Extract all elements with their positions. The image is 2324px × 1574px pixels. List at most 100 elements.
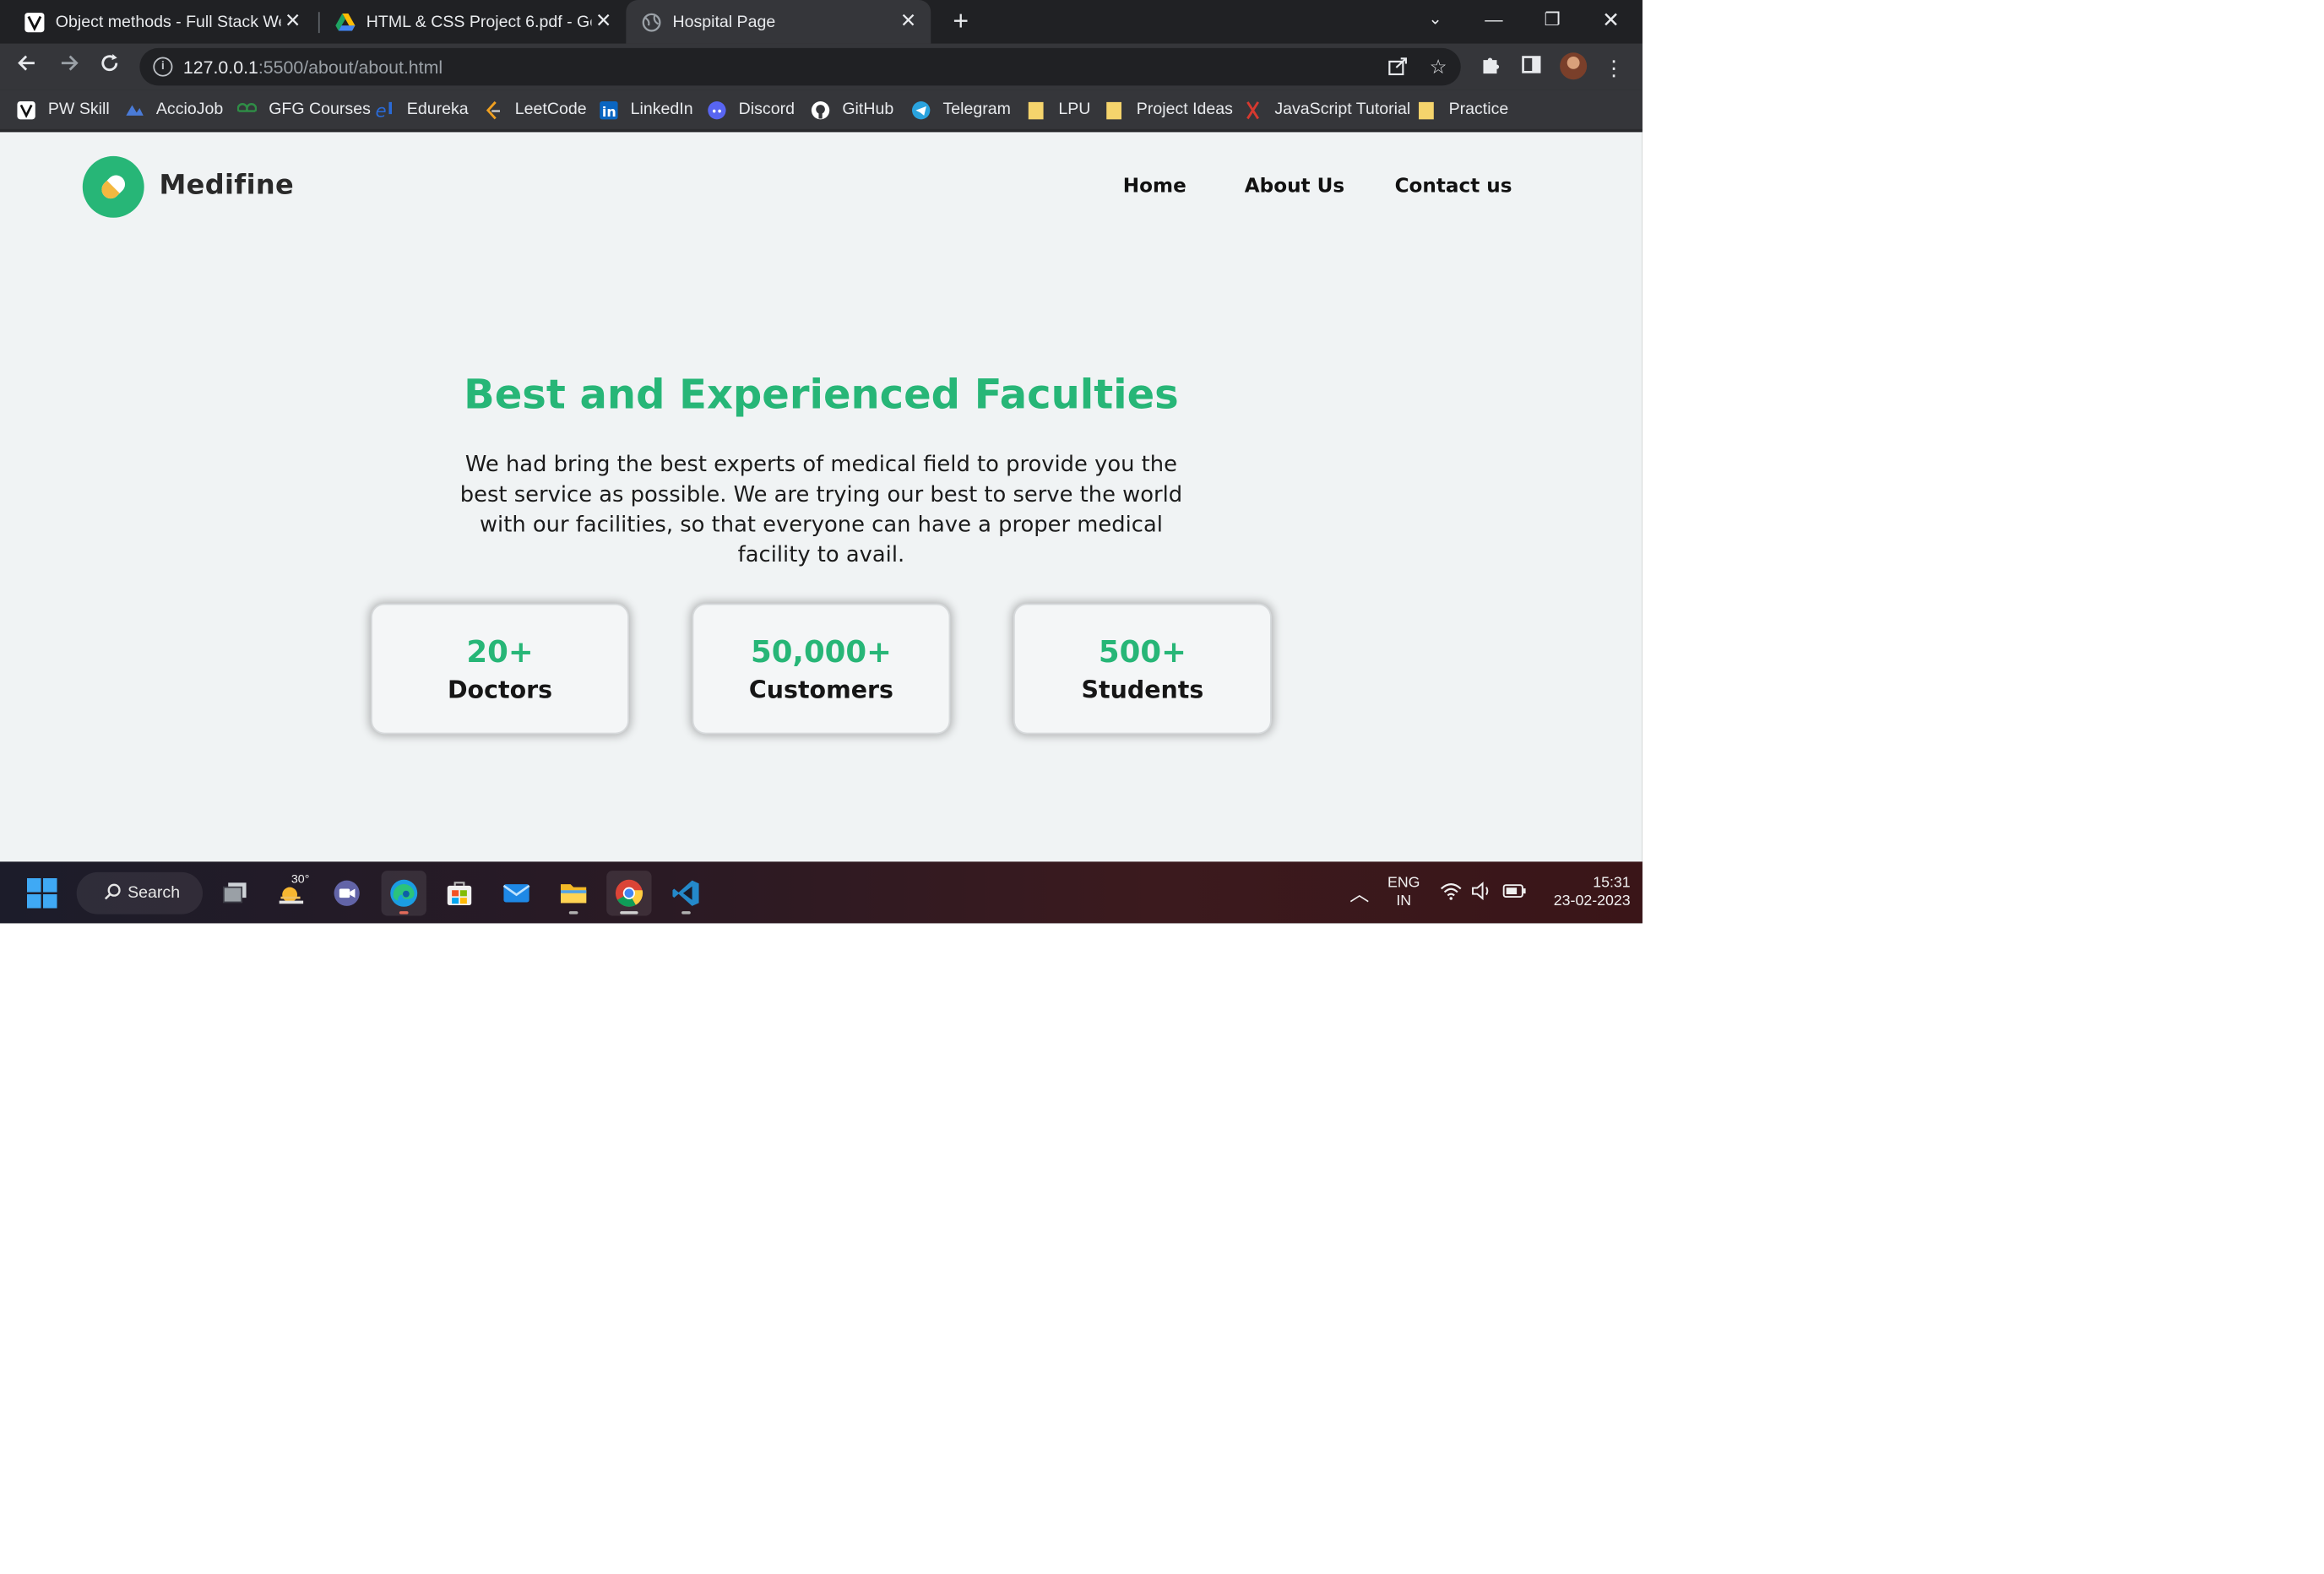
input-language-indicator[interactable]: ENG IN — [1382, 875, 1426, 911]
wifi-icon[interactable] — [1440, 882, 1463, 905]
tab-search-chevron-icon[interactable]: ⌄ — [1407, 0, 1464, 44]
running-indicator — [399, 911, 409, 915]
close-icon[interactable]: ✕ — [898, 10, 919, 31]
stat-card-doctors: 20+ Doctors — [371, 603, 629, 735]
folder-icon — [1027, 100, 1046, 119]
minimize-button[interactable]: — — [1465, 0, 1523, 44]
url-host: 127.0.0.1 — [182, 57, 258, 79]
edge-browser-button[interactable] — [381, 871, 426, 916]
vscode-button[interactable] — [664, 871, 709, 915]
github-icon — [811, 100, 830, 119]
running-indicator — [568, 911, 578, 915]
tab-object-methods[interactable]: Object methods - Full Stack Web ✕ — [0, 0, 315, 44]
stat-card-customers: 50,000+ Customers — [692, 603, 951, 735]
task-view-button[interactable] — [213, 871, 258, 915]
show-hidden-icons-chevron-icon[interactable]: ︿ — [1349, 878, 1369, 907]
bookmark-linkedin[interactable]: in LinkedIn — [599, 98, 693, 122]
profile-avatar[interactable] — [1560, 52, 1588, 80]
bookmark-acciojob[interactable]: AccioJob — [125, 98, 224, 122]
tab-title: HTML & CSS Project 6.pdf - Goo — [366, 13, 592, 31]
windows-taskbar: Search 30° ︿ ENG IN 15:31 23-02-2023 — [0, 861, 1643, 924]
info-icon[interactable]: i — [153, 57, 173, 77]
edge-icon — [390, 879, 418, 907]
language-code: ENG — [1387, 875, 1420, 893]
bookmark-star-icon[interactable]: ☆ — [1426, 56, 1450, 79]
volume-icon[interactable] — [1471, 882, 1492, 905]
bookmark-github[interactable]: GitHub — [811, 98, 893, 122]
bookmark-label: GitHub — [842, 100, 894, 119]
pw-skills-icon — [17, 100, 36, 119]
weather-temperature: 30° — [290, 871, 310, 886]
stat-value: 50,000+ — [750, 633, 892, 670]
bookmark-gfg-courses[interactable]: GFG Courses — [236, 98, 371, 122]
kebab-menu-icon[interactable]: ⋮ — [1600, 54, 1627, 81]
nav-contact-us-link[interactable]: Contact us — [1395, 176, 1512, 198]
tab-title: Hospital Page — [672, 13, 776, 31]
task-view-icon — [223, 882, 247, 904]
tab-html-css-project[interactable]: HTML & CSS Project 6.pdf - Goo ✕ — [320, 0, 627, 44]
linkedin-icon: in — [599, 100, 618, 119]
section-description: We had bring the best experts of medical… — [459, 453, 1183, 568]
bookmark-practice[interactable]: Practice — [1417, 98, 1508, 122]
bookmark-label: AccioJob — [155, 100, 224, 119]
reload-button[interactable] — [95, 52, 125, 83]
forward-button[interactable] — [54, 52, 84, 83]
clock-date: 23-02-2023 — [1553, 893, 1631, 910]
javascript-tutorial-icon — [1243, 100, 1262, 119]
browser-toolbar: i 127.0.0.1:5500/about/about.html ☆ ⋮ — [0, 43, 1643, 90]
bookmark-pw-skill[interactable]: PW Skill — [17, 98, 110, 122]
arrow-left-icon — [18, 55, 35, 71]
tab-hospital-page[interactable]: Hospital Page ✕ — [626, 0, 931, 44]
clock[interactable]: 15:31 23-02-2023 — [1537, 875, 1631, 911]
file-explorer-button[interactable] — [551, 871, 595, 915]
bookmark-project-ideas[interactable]: Project Ideas — [1105, 98, 1233, 122]
bookmark-edureka[interactable]: e Edureka — [375, 98, 468, 122]
taskbar-search-box[interactable]: Search — [76, 871, 204, 915]
bookmark-leetcode[interactable]: LeetCode — [483, 98, 587, 122]
bookmarks-bar: PW Skill AccioJob GFG Courses e Edureka … — [0, 90, 1643, 131]
search-icon — [104, 882, 122, 905]
bookmark-label: Edureka — [406, 100, 469, 119]
tab-strip: Object methods - Full Stack Web ✕ HTML &… — [0, 0, 1643, 44]
address-bar[interactable]: i 127.0.0.1:5500/about/about.html ☆ — [139, 47, 1461, 86]
side-panel-icon[interactable] — [1518, 54, 1545, 81]
battery-icon[interactable] — [1502, 882, 1527, 904]
share-icon[interactable] — [1386, 56, 1409, 79]
teams-chat-icon — [334, 880, 360, 906]
url-text[interactable]: 127.0.0.1:5500/about/about.html — [183, 57, 443, 79]
bookmark-lpu[interactable]: LPU — [1027, 98, 1090, 122]
search-label: Search — [128, 884, 181, 903]
clock-time: 15:31 — [1593, 875, 1631, 893]
teams-chat-button[interactable] — [324, 871, 369, 915]
close-icon[interactable]: ✕ — [593, 10, 614, 31]
brand-name[interactable]: Medifine — [159, 170, 294, 201]
mail-button[interactable] — [494, 871, 539, 915]
extensions-puzzle-icon[interactable] — [1477, 54, 1504, 81]
close-window-button[interactable]: ✕ — [1583, 0, 1640, 44]
bookmark-telegram[interactable]: Telegram — [911, 98, 1011, 122]
reload-icon — [101, 54, 118, 72]
bookmark-label: LeetCode — [514, 100, 587, 119]
bookmark-label: LPU — [1058, 100, 1091, 119]
restore-button[interactable]: ❐ — [1523, 0, 1581, 44]
new-tab-button[interactable]: + — [946, 6, 976, 36]
chrome-button[interactable] — [606, 871, 652, 916]
bookmark-javascript-tutorial[interactable]: JavaScript Tutorial — [1243, 98, 1410, 122]
chrome-icon — [615, 879, 643, 907]
back-button[interactable] — [12, 52, 42, 83]
close-icon[interactable]: ✕ — [282, 10, 303, 31]
svg-text:in: in — [602, 103, 616, 119]
bookmark-label: JavaScript Tutorial — [1274, 100, 1411, 119]
nav-home-link[interactable]: Home — [1123, 176, 1186, 198]
nav-about-us-link[interactable]: About Us — [1245, 176, 1344, 198]
active-indicator — [620, 911, 638, 915]
windows-logo-icon — [27, 878, 57, 909]
pill-logo-icon[interactable] — [82, 155, 144, 218]
stat-value: 500+ — [1098, 633, 1186, 670]
windows-start-button[interactable] — [19, 871, 64, 915]
bookmark-discord[interactable]: Discord — [707, 98, 795, 122]
bookmark-label: PW Skill — [47, 100, 110, 119]
microsoft-store-button[interactable] — [437, 871, 481, 915]
bookmark-label: Discord — [738, 100, 795, 119]
pw-skills-favicon-icon — [24, 11, 45, 32]
